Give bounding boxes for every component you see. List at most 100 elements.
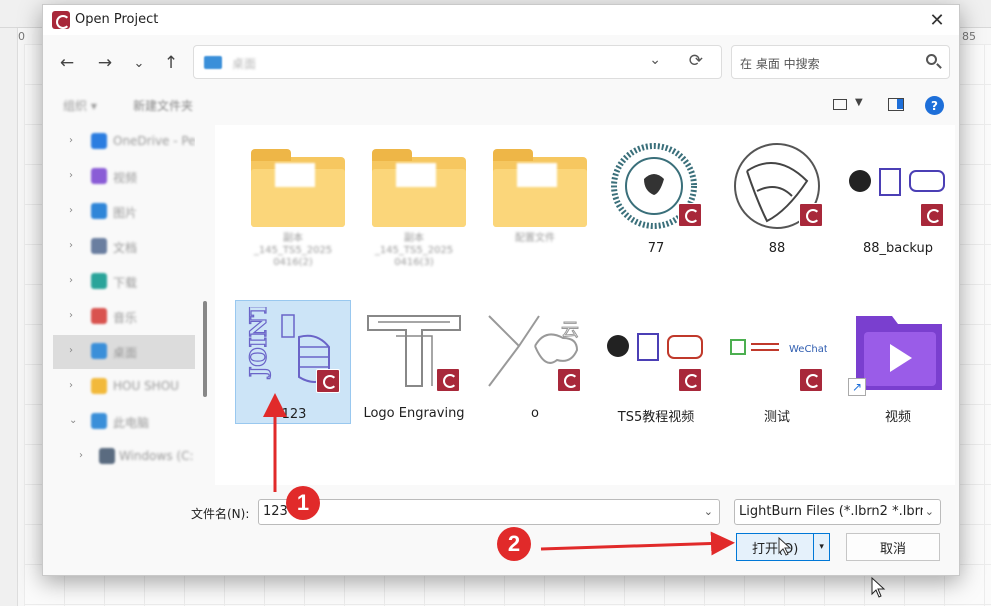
folder-icon (485, 141, 587, 231)
lightburn-app-icon (52, 11, 70, 29)
help-icon[interactable]: ? (925, 96, 944, 115)
file-item[interactable]: ↗ 视频 (840, 300, 956, 425)
callout-2: 2 (497, 527, 531, 561)
svg-text:云: 云 (561, 320, 579, 341)
sidebar-scrollbar[interactable] (203, 301, 207, 397)
file-name: o (531, 406, 539, 421)
sidebar-item[interactable]: › 桌面 (53, 335, 195, 369)
view-dropdown-icon[interactable]: ▼ (855, 97, 863, 108)
sidebar-item-label: 视频 (113, 171, 138, 185)
sidebar-item-label: 下载 (113, 276, 138, 290)
sidebar-item-label: 音乐 (113, 311, 138, 325)
expand-chevron-icon[interactable]: › (69, 345, 73, 356)
expand-chevron-icon[interactable]: ⌄ (69, 415, 77, 426)
folder-icon (91, 273, 107, 289)
sidebar-item-label: 图片 (113, 206, 138, 220)
expand-chevron-icon[interactable]: › (69, 240, 73, 251)
file-name: 视频 (884, 410, 911, 425)
file-item[interactable]: 配置文件 (477, 135, 593, 259)
folder-icon (99, 448, 115, 464)
file-item[interactable]: 副本 _145_TS5_2025 0416(2) (235, 135, 351, 268)
file-item[interactable]: 88 (719, 135, 835, 259)
refresh-icon[interactable]: ⟳ (689, 51, 703, 71)
file-item[interactable]: 云o (477, 300, 593, 424)
folder-icon (91, 238, 107, 254)
sidebar-item-label: Windows (C: (119, 449, 194, 463)
sidebar-item[interactable]: › 文档 (53, 230, 195, 264)
file-name: 副本 _145_TS5_2025 0416(2) (253, 233, 333, 268)
sidebar-item[interactable]: › OneDrive - Pe (53, 125, 195, 159)
sidebar-item-label: OneDrive - Pe (113, 134, 195, 148)
file-thumbnail-icon (606, 141, 706, 231)
file-thumbnail-icon: 云 (485, 306, 585, 396)
file-name: TS5教程视频 (617, 410, 695, 425)
file-thumbnail-icon (606, 306, 706, 396)
filename-value: 123 (263, 504, 288, 519)
expand-chevron-icon[interactable]: › (69, 170, 73, 181)
expand-chevron-icon[interactable]: › (69, 205, 73, 216)
file-type-select[interactable]: LightBurn Files (*.lbrn2 *.lbrn ⌄ (734, 499, 941, 525)
address-bar[interactable]: 桌面 ⌄ ⟳ (193, 45, 722, 79)
file-item[interactable]: 77 (598, 135, 714, 259)
file-item[interactable]: 副本 _145_TS5_2025 0416(3) (356, 135, 472, 268)
file-item[interactable]: Logo Engraving (356, 300, 472, 424)
file-thumbnail-icon: WeChat (727, 306, 828, 396)
sidebar-item[interactable]: › HOU SHOU (53, 370, 195, 404)
file-list: 副本 _145_TS5_2025 0416(2) 副本 _145_TS5_2025… (215, 125, 955, 485)
sidebar-item[interactable]: › 视频 (53, 160, 195, 194)
file-name: 测试 (763, 410, 790, 425)
sidebar-item[interactable]: › Windows (C: (53, 440, 195, 474)
file-thumbnail-icon: JOINT (244, 299, 344, 397)
file-item[interactable]: 88_backup (840, 135, 956, 259)
search-icon (926, 54, 937, 65)
search-input[interactable]: 在 桌面 中搜索 (731, 45, 950, 79)
lightburn-badge-icon (316, 369, 340, 393)
file-item[interactable]: TS5教程视频 (598, 300, 714, 425)
up-button[interactable]: ↑ (157, 49, 185, 77)
view-options-icon[interactable] (833, 99, 847, 110)
open-split-dropdown[interactable]: ▾ (813, 534, 829, 560)
lightburn-badge-icon (799, 368, 823, 392)
sidebar-item-label: 文档 (113, 241, 138, 255)
file-thumbnail-icon (364, 306, 464, 396)
sidebar-item[interactable]: › 下载 (53, 265, 195, 299)
recent-locations-button[interactable]: ⌄ (125, 49, 153, 77)
filename-input[interactable]: 123 ⌄ (258, 499, 720, 525)
expand-chevron-icon[interactable]: › (69, 380, 73, 391)
folder-icon (91, 413, 107, 429)
sidebar-item[interactable]: › 图片 (53, 195, 195, 229)
video-folder-icon: ↗ (848, 306, 948, 396)
file-thumbnail-icon (848, 141, 948, 231)
lightburn-badge-icon (678, 203, 702, 227)
file-type-dropdown-icon: ⌄ (922, 500, 934, 524)
folder-icon (91, 378, 107, 394)
filename-dropdown-icon[interactable]: ⌄ (704, 500, 713, 524)
sidebar-item[interactable]: › 音乐 (53, 300, 195, 334)
file-name: Logo Engraving (363, 406, 465, 421)
file-item[interactable]: WeChat 测试 (719, 300, 835, 425)
expand-chevron-icon[interactable]: › (69, 275, 73, 286)
address-path: 桌面 (232, 57, 257, 71)
cancel-button[interactable]: 取消 (846, 533, 940, 561)
file-name: 副本 _145_TS5_2025 0416(3) (374, 233, 454, 268)
open-button[interactable]: 打开(O) ▾ (736, 533, 830, 561)
preview-pane-icon[interactable] (888, 98, 904, 111)
file-name: 123 (281, 407, 307, 422)
expand-chevron-icon[interactable]: › (69, 310, 73, 321)
address-dropdown-icon[interactable]: ⌄ (649, 52, 661, 68)
back-button[interactable]: ← (53, 49, 81, 77)
file-item[interactable]: JOINT 123 (235, 299, 351, 424)
folder-icon (91, 133, 107, 149)
forward-button[interactable]: → (91, 49, 119, 77)
organize-button[interactable]: 组织 ▾ (63, 97, 97, 114)
sidebar-item[interactable]: ⌄ 此电脑 (53, 405, 195, 439)
lightburn-badge-icon (799, 203, 823, 227)
folder-icon (91, 343, 107, 359)
folder-icon (91, 203, 107, 219)
expand-chevron-icon[interactable]: › (79, 450, 83, 461)
new-folder-button[interactable]: 新建文件夹 (133, 97, 193, 114)
shortcut-arrow-icon: ↗ (848, 378, 866, 396)
expand-chevron-icon[interactable]: › (69, 135, 73, 146)
close-button[interactable]: ✕ (915, 5, 959, 35)
file-thumbnail-icon (727, 141, 827, 231)
